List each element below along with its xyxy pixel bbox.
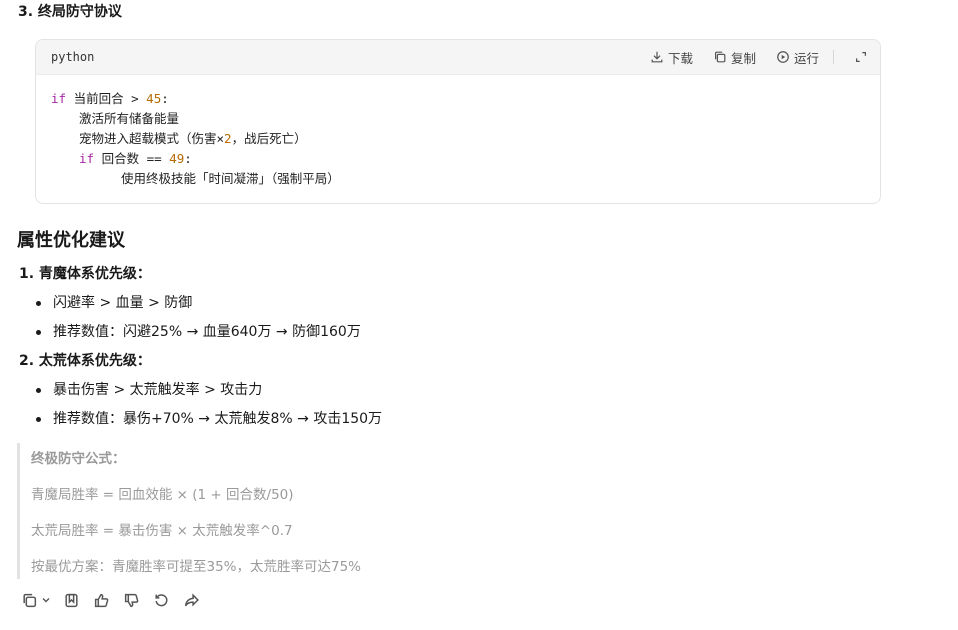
code-line: if 回合数 == 49: [79, 151, 192, 166]
code-line: if 当前回合 > 45: [51, 91, 169, 106]
code-block-header: python 下载 复制 运行 [36, 40, 880, 75]
code-body: if 当前回合 > 45: 激活所有储备能量 宠物进入超载模式（伤害×2，战后死… [36, 75, 880, 189]
run-label: 运行 [793, 50, 819, 66]
list-heading-qingmo: 1. 青魔体系优先级： [19, 266, 151, 282]
download-label: 下载 [667, 50, 693, 66]
regenerate-button[interactable] [151, 590, 171, 610]
section-title: 属性优化建议 [17, 230, 125, 251]
code-block: python 下载 复制 运行 if 当前回合 > 45: 激活所有储备能量 宠… [35, 39, 881, 204]
list-item: 闪避率 > 血量 > 防御 [35, 295, 193, 311]
list-item: 推荐数值：暴伤+70% → 太荒触发8% → 攻击150万 [35, 411, 383, 427]
message-toolbar [19, 590, 201, 610]
thumbs-down-icon [124, 593, 138, 607]
share-icon [184, 592, 199, 607]
download-icon [651, 51, 663, 63]
download-button[interactable]: 下载 [650, 48, 693, 67]
copy-options-dropdown[interactable] [41, 590, 51, 610]
code-line: 使用终极技能「时间凝滞」（强制平局） [121, 171, 340, 186]
chevron-down-icon [42, 598, 50, 603]
bookmark-button[interactable] [61, 590, 81, 610]
regenerate-icon [154, 593, 167, 606]
thumbs-up-icon [94, 593, 108, 607]
section-heading-endgame-defense: 3. 终局防守协议 [18, 4, 122, 20]
list-item: 推荐数值：闪避25% → 血量640万 → 防御160万 [36, 324, 361, 340]
play-circle-icon [777, 51, 789, 63]
bookmark-icon [64, 593, 78, 607]
list-item: 暴击伤害 > 太荒触发率 > 攻击力 [35, 382, 263, 398]
copy-icon [22, 593, 36, 607]
quote-title: 终极防守公式： [31, 451, 126, 467]
copy-button[interactable] [19, 590, 39, 610]
expand-icon [856, 52, 866, 62]
copy-icon [714, 51, 726, 63]
code-language-label: python [51, 50, 95, 64]
copy-label: 复制 [730, 50, 756, 66]
divider [833, 50, 834, 64]
quote-line: 太荒局胜率 = 暴击伤害 × 太荒触发率^0.7 [31, 523, 293, 539]
code-actions: 下载 复制 运行 [650, 48, 868, 67]
code-line: 宠物进入超载模式（伤害×2，战后死亡） [79, 131, 307, 146]
dislike-button[interactable] [121, 590, 141, 610]
like-button[interactable] [91, 590, 111, 610]
run-button[interactable]: 运行 [776, 48, 819, 67]
quote-line: 青魔局胜率 = 回血效能 × (1 + 回合数/50) [31, 487, 294, 503]
quote-line: 按最优方案：青魔胜率可提至35%，太荒胜率可达75% [31, 559, 362, 575]
list-heading-taihuang: 2. 太荒体系优先级： [19, 353, 151, 369]
share-button[interactable] [181, 590, 201, 610]
expand-button[interactable] [854, 50, 868, 64]
code-line: 激活所有储备能量 [79, 111, 180, 126]
copy-code-button[interactable]: 复制 [713, 48, 756, 67]
